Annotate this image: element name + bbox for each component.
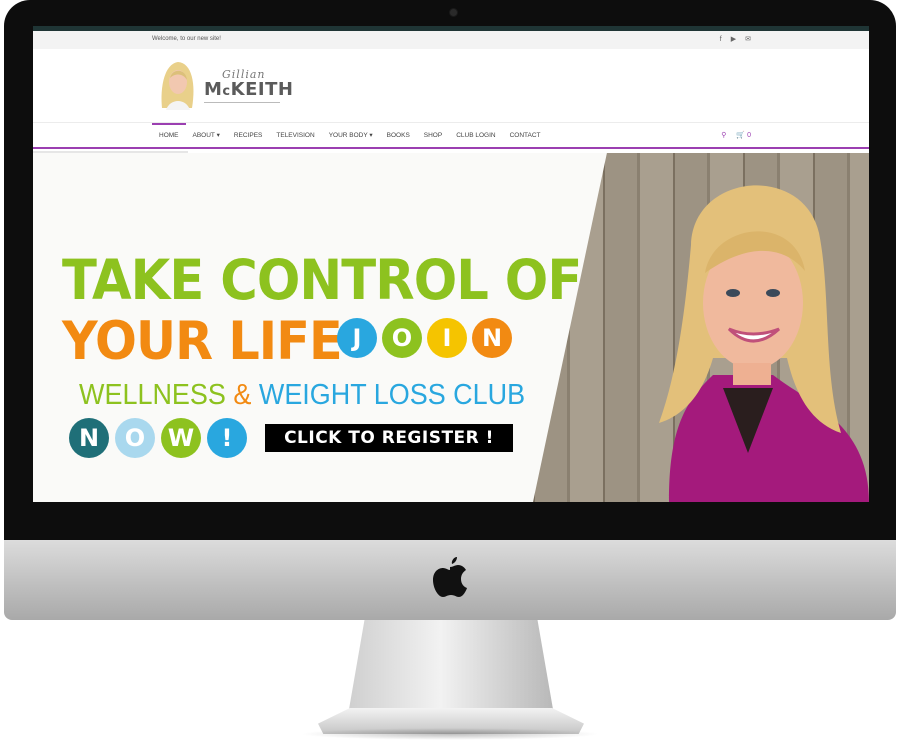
email-icon[interactable]: ✉ <box>745 35 751 44</box>
nav-item-home[interactable]: HOME <box>152 123 186 148</box>
join-letter-n: N <box>472 318 512 358</box>
nav-item-shop[interactable]: SHOP <box>417 123 449 148</box>
now-letter-n: N <box>69 418 109 458</box>
youtube-icon[interactable]: ▶ <box>731 35 736 44</box>
hero-banner[interactable]: TAKE CONTROL OF YOUR LIFE J O I N WELLNE… <box>33 153 869 502</box>
nav-item-club-login[interactable]: CLUB LOGIN <box>449 123 502 148</box>
cart-button[interactable]: 🛒 0 <box>736 123 751 148</box>
register-button[interactable]: CLICK TO REGISTER ! <box>265 424 513 452</box>
hero-headline-1: TAKE CONTROL OF <box>62 248 582 312</box>
now-letter-o: O <box>115 418 155 458</box>
site-header: Gillian McKEITH <box>33 49 869 123</box>
nav-item-your-body[interactable]: YOUR BODY ▾ <box>322 123 380 148</box>
main-nav: HOME ABOUT ▾ RECIPES TELEVISION YOUR BOD… <box>33 123 869 148</box>
nav-accent-rule <box>33 147 869 149</box>
logo-portrait-icon[interactable] <box>156 58 198 110</box>
social-links: f ▶ ✉ <box>720 35 751 44</box>
nav-item-contact[interactable]: CONTACT <box>503 123 548 148</box>
stand-shadow <box>300 728 600 740</box>
join-letter-i: I <box>427 318 467 358</box>
logo-letter-m: M <box>204 79 223 100</box>
nav-items: HOME ABOUT ▾ RECIPES TELEVISION YOUR BOD… <box>152 123 548 148</box>
cart-icon: 🛒 <box>736 132 746 139</box>
search-icon[interactable]: ⚲ <box>721 123 726 148</box>
facebook-icon[interactable]: f <box>720 35 722 44</box>
subheadline-weight-loss: WEIGHT LOSS CLUB <box>251 379 526 411</box>
website-screen: Welcome, to our new site! f ▶ ✉ Gillian … <box>33 26 869 502</box>
logo-letter-c: c <box>222 84 231 99</box>
now-letter-w: W <box>161 418 201 458</box>
nav-item-about[interactable]: ABOUT ▾ <box>186 123 227 148</box>
nav-item-books[interactable]: BOOKS <box>380 123 417 148</box>
welcome-text: Welcome, to our new site! <box>152 36 221 42</box>
monitor-stand <box>348 620 554 715</box>
nav-tools: ⚲ 🛒 0 <box>721 123 751 148</box>
hero-headline-2: YOUR LIFE <box>62 311 343 372</box>
subheadline-wellness: WELLNESS <box>79 379 234 411</box>
logo-last-name[interactable]: McKEITH <box>204 79 293 100</box>
hero-subheadline: WELLNESS & WEIGHT LOSS CLUB <box>79 379 525 412</box>
now-letter-exclaim: ! <box>207 418 247 458</box>
logo-underline <box>204 102 280 103</box>
camera-icon <box>450 9 457 16</box>
hero-portrait <box>659 185 869 502</box>
apple-logo-icon <box>433 557 467 597</box>
subheadline-ampersand: & <box>233 379 252 411</box>
join-letter-j: J <box>337 318 377 358</box>
cart-count: 0 <box>747 132 751 139</box>
logo-keith: KEITH <box>230 79 294 100</box>
top-bar: Welcome, to our new site! f ▶ ✉ <box>33 31 869 49</box>
nav-item-recipes[interactable]: RECIPES <box>227 123 270 148</box>
join-letter-o: O <box>382 318 422 358</box>
nav-item-television[interactable]: TELEVISION <box>269 123 321 148</box>
